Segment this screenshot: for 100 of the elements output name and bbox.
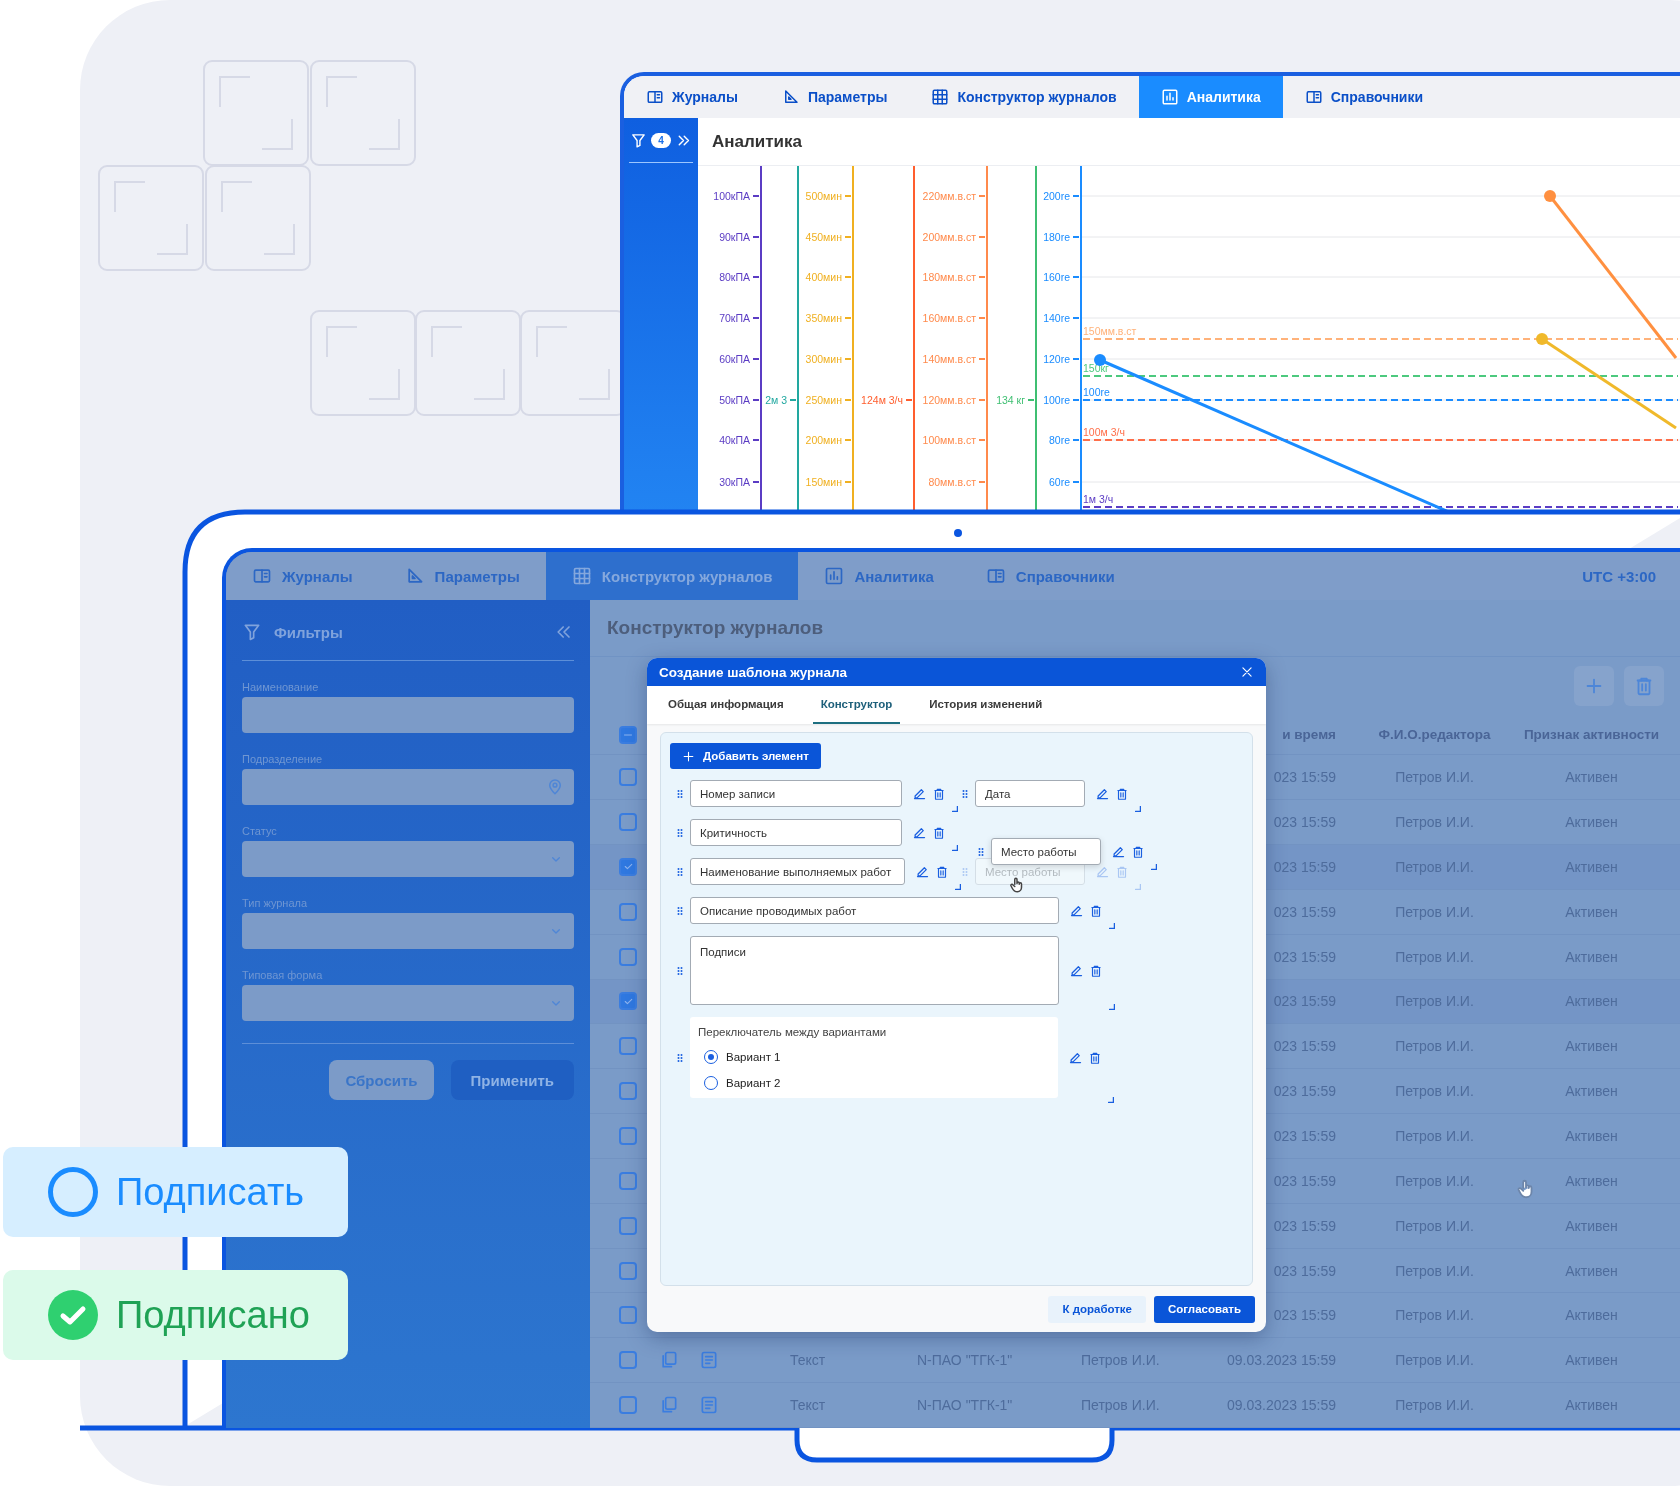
tab[interactable]: История изменений	[921, 686, 1051, 724]
resize-handle-icon[interactable]	[1151, 864, 1157, 870]
threshold-label: 1м 3/ч	[1083, 493, 1114, 505]
element-field[interactable]: Номер записи	[690, 780, 902, 807]
trash-icon[interactable]	[1115, 786, 1129, 801]
axis-label: 50кПА	[719, 393, 750, 406]
book-icon	[252, 566, 272, 586]
axis-label: 180re	[1043, 230, 1070, 243]
row-checkbox[interactable]	[619, 813, 637, 832]
axis-label: 100кПА	[713, 189, 750, 202]
row-checkbox[interactable]	[619, 992, 637, 1011]
edit-icon[interactable]	[1069, 963, 1084, 978]
resize-handle-icon[interactable]	[952, 806, 958, 812]
add-element-button[interactable]: Добавить элемент	[670, 743, 821, 769]
filter-field[interactable]	[242, 985, 574, 1021]
tab[interactable]: Общая информация	[660, 686, 792, 724]
trash-icon[interactable]	[932, 825, 946, 840]
resize-handle-icon[interactable]	[1109, 923, 1115, 929]
element-field[interactable]: Дата	[975, 780, 1085, 807]
axis-label: 450мин	[805, 230, 842, 243]
axis-label: 120re	[1043, 352, 1070, 365]
axis-label: 200мм.в.ст	[922, 230, 976, 243]
tab[interactable]: Журналы	[624, 76, 760, 118]
edit-icon[interactable]	[1095, 786, 1110, 801]
trash-icon[interactable]	[932, 786, 946, 801]
filter-field[interactable]	[242, 841, 574, 877]
filter-icon	[242, 622, 262, 642]
row-checkbox[interactable]	[619, 1127, 637, 1145]
filter-field[interactable]	[242, 769, 574, 805]
row-checkbox[interactable]	[619, 1082, 637, 1101]
row-checkbox[interactable]	[619, 1306, 637, 1325]
trash-icon[interactable]	[1131, 844, 1145, 859]
return-button[interactable]: К доработке	[1048, 1295, 1146, 1323]
row-checkbox[interactable]	[619, 1216, 637, 1235]
row-checkbox[interactable]	[619, 857, 637, 876]
row-checkbox[interactable]	[619, 902, 637, 921]
row-checkbox[interactable]	[619, 768, 637, 787]
edit-icon[interactable]	[1068, 1050, 1083, 1065]
edit-icon[interactable]	[1111, 844, 1126, 859]
axis-label: 40кПА	[719, 433, 750, 446]
approve-button[interactable]: Согласовать	[1154, 1295, 1255, 1323]
edit-icon[interactable]	[915, 864, 930, 879]
row-checkbox[interactable]	[619, 1037, 637, 1056]
axis-label: 80мм.в.ст	[928, 475, 976, 488]
radio-option[interactable]: Вариант 1	[698, 1050, 1050, 1064]
element-field[interactable]: Описание проводимых работ	[690, 897, 1059, 924]
element-field[interactable]: Подписи	[690, 936, 1059, 1005]
group-label: Переключатель между вариантами	[698, 1026, 888, 1038]
tab[interactable]: Справочники	[1282, 76, 1446, 118]
row-checkbox[interactable]	[619, 1171, 637, 1190]
element-field[interactable]: Наименование выполняемых работ	[690, 858, 905, 885]
element-field[interactable]: Критичность	[690, 819, 902, 846]
axis-label: 80re	[1049, 433, 1070, 446]
trash-icon[interactable]	[1089, 963, 1103, 978]
row-checkbox[interactable]	[619, 947, 637, 966]
axis-label: 150мин	[805, 475, 842, 488]
axis-label: 180мм.в.ст	[922, 270, 976, 283]
tab[interactable]: Конструктор	[812, 686, 901, 724]
axis-label: 124м 3/ч	[861, 393, 903, 406]
filter-icon[interactable]	[630, 131, 648, 149]
edit-icon[interactable]	[912, 786, 927, 801]
book-icon	[985, 566, 1006, 586]
axis-label: 30кПА	[719, 475, 750, 488]
edit-icon[interactable]	[1069, 903, 1084, 918]
select-all-checkbox[interactable]	[619, 725, 637, 744]
axis-label: 250мин	[805, 393, 842, 406]
axis-label: 220мм.в.ст	[922, 189, 976, 202]
edit-icon[interactable]	[912, 825, 927, 840]
resize-handle-icon[interactable]	[1135, 806, 1141, 812]
resize-handle-icon[interactable]	[955, 884, 961, 890]
row-checkbox[interactable]	[619, 1351, 637, 1370]
axis-label: 70кПА	[719, 311, 750, 324]
filter-field[interactable]	[242, 913, 574, 949]
field-label: Подразделение	[242, 753, 324, 765]
tab[interactable]: Аналитика	[1138, 76, 1283, 118]
tab[interactable]: Параметры	[759, 76, 910, 118]
row-checkbox[interactable]	[619, 1396, 637, 1415]
row-checkbox[interactable]	[619, 1261, 637, 1280]
resize-handle-icon[interactable]	[952, 845, 958, 851]
close-button[interactable]	[1240, 665, 1254, 679]
axis-label: 80кПА	[719, 270, 750, 283]
page-title: Конструктор журналов	[607, 617, 824, 639]
axis-label: 100мм.в.ст	[922, 433, 976, 446]
trash-icon[interactable]	[1089, 903, 1103, 918]
field-label: Наименование	[242, 681, 320, 693]
element-field[interactable]: Место работы	[991, 838, 1101, 865]
circle-icon	[48, 1167, 98, 1217]
threshold-label: 150мм.в.ст	[1083, 325, 1137, 337]
book-icon	[646, 88, 664, 106]
bar-chart-icon	[1160, 88, 1179, 106]
filter-field[interactable]	[242, 697, 574, 733]
location-pin-icon	[546, 778, 564, 796]
resize-handle-icon[interactable]	[1108, 1097, 1114, 1103]
tab[interactable]: Конструктор журналов	[909, 76, 1139, 118]
trash-icon[interactable]	[1088, 1050, 1102, 1065]
trash-icon[interactable]	[935, 864, 949, 879]
axis-label: 140re	[1043, 311, 1070, 324]
radio-option[interactable]: Вариант 2	[698, 1076, 1050, 1090]
check-circle-icon	[48, 1290, 98, 1340]
resize-handle-icon[interactable]	[1109, 1004, 1115, 1010]
